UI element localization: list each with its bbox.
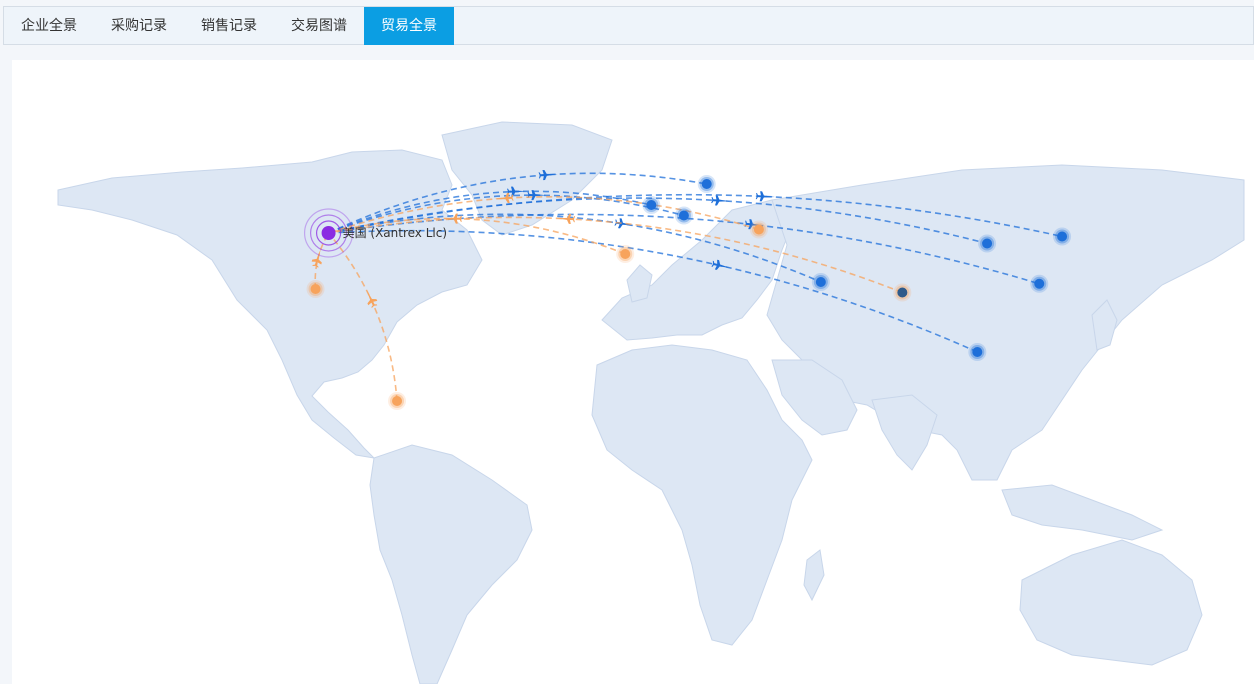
trade-marker-india[interactable] xyxy=(893,283,912,302)
trade-marker-china[interactable] xyxy=(978,234,997,253)
trade-marker-taiwan[interactable] xyxy=(1030,274,1049,293)
origin-label: 美国 (Xantrex Llc) xyxy=(343,226,447,240)
trade-marker-malaysia[interactable] xyxy=(968,343,987,361)
south-america-landmass xyxy=(369,444,533,684)
australia-landmass xyxy=(1019,539,1203,666)
tab-purchase-records[interactable]: 采购记录 xyxy=(94,7,184,45)
map-panel: 美国 (Xantrex Llc) xyxy=(12,60,1254,684)
africa-landmass xyxy=(591,344,813,646)
trade-marker-mexico[interactable] xyxy=(306,280,325,298)
trade-marker-morocco[interactable] xyxy=(616,245,635,263)
southeast-asia-islands xyxy=(1001,484,1164,541)
trade-marker-peru[interactable] xyxy=(388,392,407,410)
tab-trade-overview[interactable]: 贸易全景 xyxy=(364,7,454,45)
europe-landmass xyxy=(601,199,793,341)
trade-marker-poland[interactable] xyxy=(697,175,716,193)
trade-marker-korea[interactable] xyxy=(1053,227,1072,246)
tab-bar: 企业全景 采购记录 销售记录 交易图谱 贸易全景 xyxy=(3,6,1254,45)
north-america-landmass xyxy=(57,149,483,459)
world-trade-map[interactable]: 美国 (Xantrex Llc) xyxy=(12,60,1254,684)
trade-marker-turkey[interactable] xyxy=(749,220,768,239)
trade-marker-france[interactable] xyxy=(642,196,661,214)
trade-marker-italy[interactable] xyxy=(674,206,693,225)
tab-trade-graph[interactable]: 交易图谱 xyxy=(274,7,364,45)
trade-marker-uae[interactable] xyxy=(811,273,830,291)
tab-sales-records[interactable]: 销售记录 xyxy=(184,7,274,45)
asia-landmass xyxy=(766,164,1245,481)
madagascar-landmass xyxy=(803,549,825,602)
tab-enterprise-overview[interactable]: 企业全景 xyxy=(4,7,94,45)
